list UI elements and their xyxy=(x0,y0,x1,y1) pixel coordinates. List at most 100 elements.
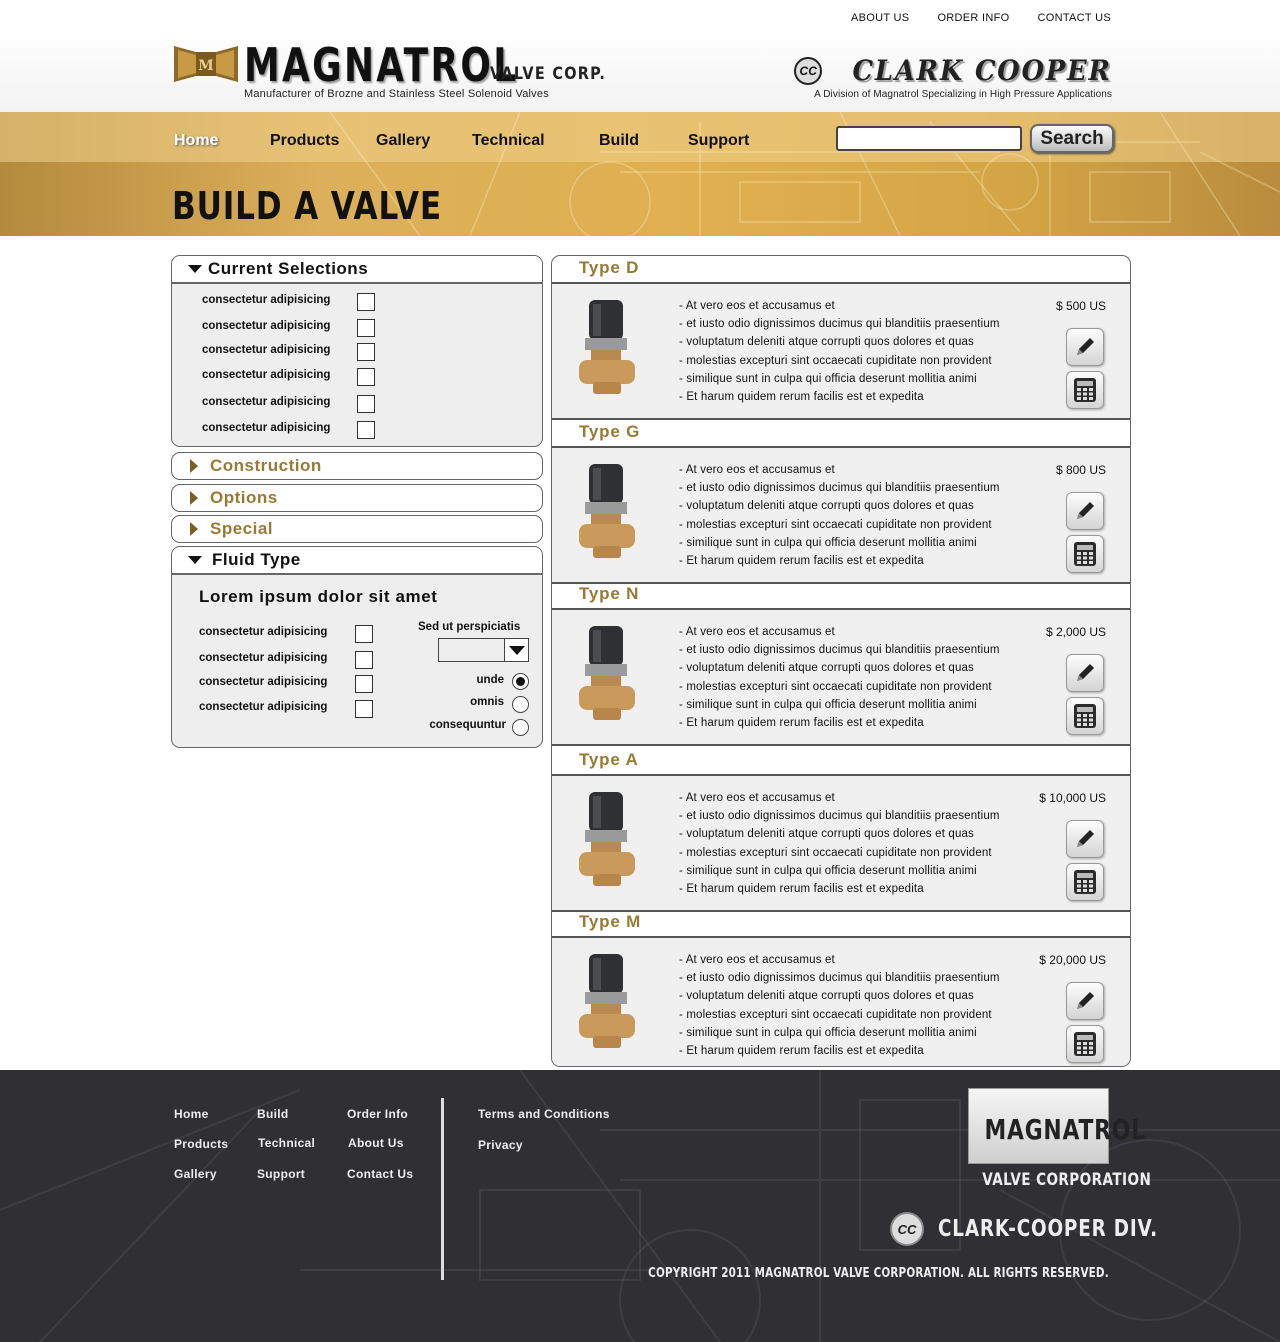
product-title[interactable]: Type G xyxy=(579,422,640,442)
product-title[interactable]: Type N xyxy=(579,584,639,604)
product-feature-line: - similique sunt in culpa qui officia de… xyxy=(679,372,977,385)
clark-cooper-logo[interactable]: CC CLARK COOPER A Division of Magnatrol … xyxy=(794,54,1112,100)
footer-link-products[interactable]: Products xyxy=(174,1137,228,1151)
selection-label: consectetur adipisicing xyxy=(202,396,331,408)
selection-checkbox[interactable] xyxy=(357,395,375,413)
section-construction[interactable]: Construction xyxy=(171,452,543,480)
fluid-checkbox[interactable] xyxy=(355,651,373,669)
fluid-select[interactable] xyxy=(438,638,529,662)
brand-tagline: Manufacturer of Brozne and Stainless Ste… xyxy=(244,88,549,100)
footer-magnatrol-logo[interactable]: MAGNATROL xyxy=(968,1088,1145,1164)
footer-division: CLARK-COOPER DIV. xyxy=(938,1216,1158,1242)
footer-link-support[interactable]: Support xyxy=(257,1167,305,1181)
product-feature-line: - voluptatum deleniti atque corrupti quo… xyxy=(679,336,974,349)
copyright: COPYRIGHT 2011 MAGNATROL VALVE CORPORATI… xyxy=(648,1266,1109,1281)
current-selections-panel: Current Selections consectetur adipisici… xyxy=(171,255,543,447)
nav-item-home[interactable]: Home xyxy=(174,132,270,150)
pencil-icon xyxy=(1077,338,1094,355)
radio-omnis[interactable] xyxy=(512,696,529,713)
calculate-button[interactable] xyxy=(1066,863,1104,901)
search-button[interactable]: Search xyxy=(1030,124,1114,153)
radio-consequuntur[interactable] xyxy=(512,719,529,736)
selection-checkbox[interactable] xyxy=(357,421,375,439)
product-description: - At vero eos et accusamus et - et iusto … xyxy=(679,623,1000,732)
selection-checkbox[interactable] xyxy=(357,368,375,386)
select-value xyxy=(439,639,504,661)
fluid-checkbox[interactable] xyxy=(355,675,373,693)
nav-item-gallery[interactable]: Gallery xyxy=(376,132,472,150)
fluid-type-header[interactable]: Fluid Type xyxy=(172,547,542,575)
current-selections-header[interactable]: Current Selections xyxy=(172,256,542,284)
product-feature-line: - similique sunt in culpa qui officia de… xyxy=(679,698,977,711)
utility-links: ABOUT US ORDER INFO CONTACT US xyxy=(851,12,1111,24)
selection-checkbox[interactable] xyxy=(357,293,375,311)
calculator-icon xyxy=(1074,870,1096,894)
selection-checkbox[interactable] xyxy=(357,319,375,337)
product-feature-line: - At vero eos et accusamus et xyxy=(679,300,835,312)
nav-item-products[interactable]: Products xyxy=(270,132,376,150)
edit-button[interactable] xyxy=(1066,654,1104,692)
footer-link-build[interactable]: Build xyxy=(257,1107,289,1121)
section-special-label: Special xyxy=(210,519,274,538)
footer-link-terms[interactable]: Terms and Conditions xyxy=(478,1107,610,1121)
util-link-order-info[interactable]: ORDER INFO xyxy=(937,12,1009,24)
product-body: - At vero eos et accusamus et - et iusto … xyxy=(552,608,1130,746)
triangle-down-icon xyxy=(188,556,202,564)
util-link-contact[interactable]: CONTACT US xyxy=(1038,12,1112,24)
footer-link-home[interactable]: Home xyxy=(174,1107,209,1121)
product-title[interactable]: Type M xyxy=(579,912,641,932)
clark-cooper-badge-icon: CC xyxy=(890,1212,924,1246)
brand-name: MAGNATROL xyxy=(244,38,519,92)
product-feature-line: - At vero eos et accusamus et xyxy=(679,626,835,638)
product-feature-line: - Et harum quidem rerum facilis est et e… xyxy=(679,555,924,568)
product-description: - At vero eos et accusamus et - et iusto … xyxy=(679,297,1000,406)
footer-link-contact-us[interactable]: Contact Us xyxy=(347,1167,413,1181)
product-feature-line: - et iusto odio dignissimos ducimus qui … xyxy=(679,810,1000,823)
selection-checkbox[interactable] xyxy=(357,343,375,361)
calculate-button[interactable] xyxy=(1066,535,1104,573)
product-feature-line: - molestias excepturi sint occaecati cup… xyxy=(679,518,992,531)
product-body: - At vero eos et accusamus et - et iusto … xyxy=(552,774,1130,912)
footer-link-order-info[interactable]: Order Info xyxy=(347,1107,408,1121)
footer-link-about-us[interactable]: About Us xyxy=(348,1136,404,1150)
nav-item-build[interactable]: Build xyxy=(599,132,688,150)
edit-button[interactable] xyxy=(1066,328,1104,366)
product-feature-line: - voluptatum deleniti atque corrupti quo… xyxy=(679,990,974,1003)
fluid-checkbox[interactable] xyxy=(355,625,373,643)
product-body: - At vero eos et accusamus et - et iusto … xyxy=(552,936,1130,1066)
dropdown-arrow[interactable] xyxy=(504,639,528,661)
calculate-button[interactable] xyxy=(1066,371,1104,409)
calculate-button[interactable] xyxy=(1066,697,1104,735)
product-title[interactable]: Type A xyxy=(579,750,639,770)
product-description: - At vero eos et accusamus et - et iusto … xyxy=(679,789,1000,898)
nav-item-technical[interactable]: Technical xyxy=(472,132,599,150)
section-special[interactable]: Special xyxy=(171,515,543,543)
section-construction-label: Construction xyxy=(210,456,322,475)
edit-button[interactable] xyxy=(1066,820,1104,858)
product-feature-line: - et iusto odio dignissimos ducimus qui … xyxy=(679,644,1000,657)
product-title[interactable]: Type D xyxy=(579,258,639,278)
valve-product-image xyxy=(579,464,635,558)
util-link-about[interactable]: ABOUT US xyxy=(851,12,909,24)
radio-unde[interactable] xyxy=(512,673,529,690)
svg-text:M: M xyxy=(198,58,214,74)
nav-item-support[interactable]: Support xyxy=(688,132,749,150)
main-nav: Home Products Gallery Technical Build Su… xyxy=(174,132,749,150)
product-price: $ 2,000 US xyxy=(1045,625,1106,639)
product-feature-line: - voluptatum deleniti atque corrupti quo… xyxy=(679,500,974,513)
section-options[interactable]: Options xyxy=(171,484,543,512)
footer-link-technical[interactable]: Technical xyxy=(258,1136,315,1150)
fluid-check-label: consectetur adipisicing xyxy=(199,701,328,713)
search-input[interactable] xyxy=(836,126,1022,151)
product-feature-line: - molestias excepturi sint occaecati cup… xyxy=(679,1008,992,1021)
fluid-checkbox[interactable] xyxy=(355,700,373,718)
calculator-icon xyxy=(1074,378,1096,402)
selection-label: consectetur adipisicing xyxy=(202,294,331,306)
edit-button[interactable] xyxy=(1066,492,1104,530)
selection-label: consectetur adipisicing xyxy=(202,369,331,381)
footer-link-privacy[interactable]: Privacy xyxy=(478,1138,523,1152)
edit-button[interactable] xyxy=(1066,982,1104,1020)
footer-link-gallery[interactable]: Gallery xyxy=(174,1167,217,1181)
calculate-button[interactable] xyxy=(1066,1025,1104,1063)
division-tagline: A Division of Magnatrol Specializing in … xyxy=(814,89,1112,100)
